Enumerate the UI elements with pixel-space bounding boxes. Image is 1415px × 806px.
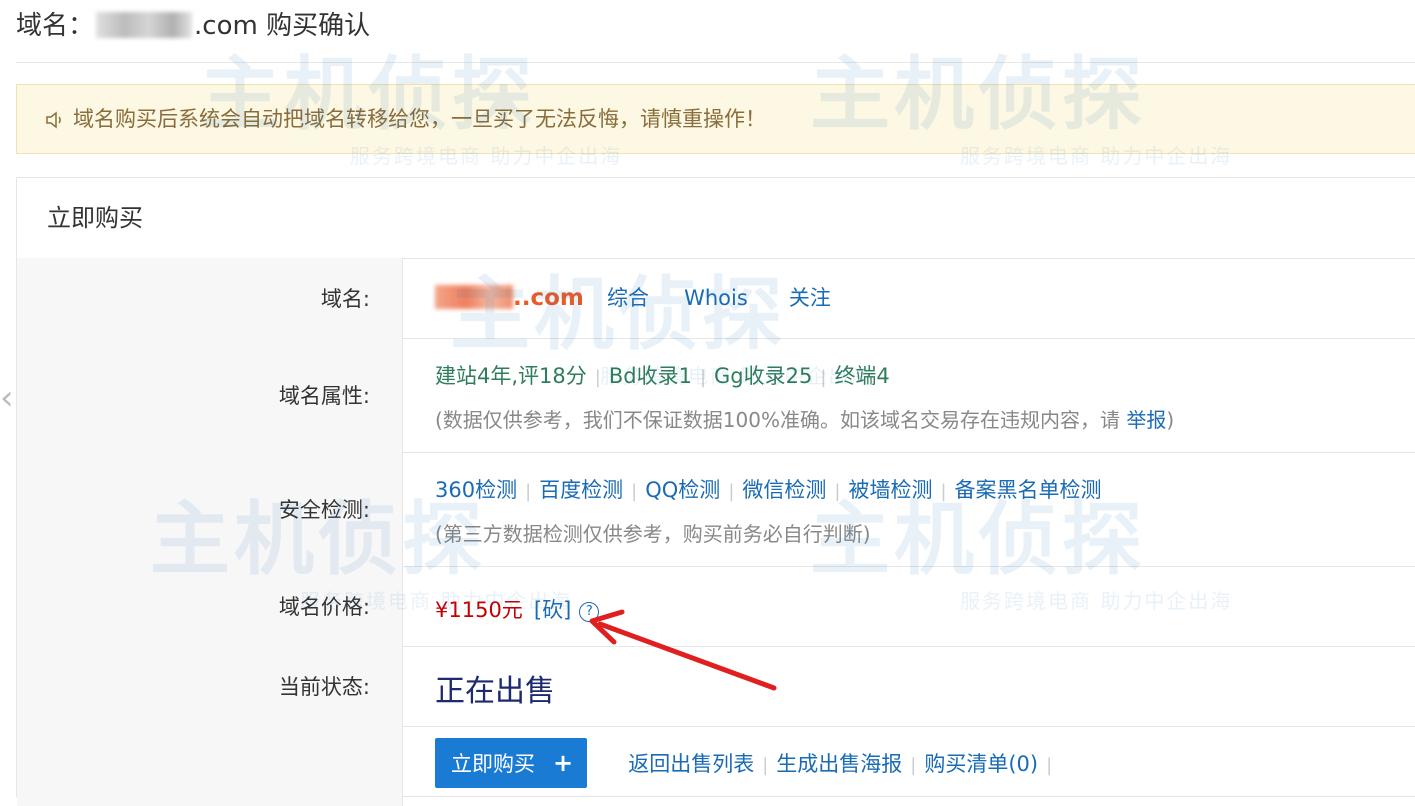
link-wall-check[interactable]: 被墙检测: [848, 478, 932, 502]
speaker-icon: [45, 88, 65, 156]
separator: |: [631, 481, 638, 502]
separator: |: [940, 481, 947, 502]
page-title-prefix: 域名：: [16, 11, 95, 41]
domain-suffix: ..com: [513, 285, 584, 311]
buy-now-label: 立即购买: [451, 752, 535, 776]
link-qq-check[interactable]: QQ检测: [645, 478, 720, 502]
link-whois[interactable]: Whois: [684, 286, 748, 310]
row-security: 安全检测: 360检测 | 百度检测 | QQ检测 | 微信检测 | 被墙检测 | 备案黑名单检测 …: [17, 452, 1415, 567]
attributes-note-prefix: (数据仅供参考，我们不保证数据100%准确。如该域名交易存在违规内容，请: [435, 408, 1127, 432]
link-back-to-list[interactable]: 返回出售列表: [628, 752, 754, 776]
label-status: 当前状态:: [278, 675, 370, 699]
page-title: 域名： .com 购买确认: [16, 6, 370, 46]
notice-text: 域名购买后系统会自动把域名转移给您，一旦买了无法反悔，请慎重操作！: [73, 107, 766, 131]
label-attributes: 域名属性:: [278, 384, 370, 408]
label-domain: 域名:: [320, 287, 370, 311]
status-value: 正在出售: [435, 674, 555, 709]
separator: |: [820, 367, 827, 388]
link-360-check[interactable]: 360检测: [435, 478, 517, 502]
add-icon[interactable]: +: [553, 749, 573, 777]
header-divider: [16, 62, 1415, 63]
row-price: 域名价格: ¥1150元 [砍]?: [17, 566, 1415, 647]
link-blacklist-check[interactable]: 备案黑名单检测: [955, 478, 1102, 502]
attr-gg-index: Gg收录25: [714, 364, 813, 388]
report-link[interactable]: 举报: [1126, 408, 1166, 432]
row-attributes: 域名属性: 建站4年,评18分 | Bd收录1 | Gg收录25 | 终端4 (数据仅供参考…: [17, 338, 1415, 453]
blurred-domain-name: [96, 12, 193, 38]
security-note: (第三方数据检测仅供参考，购买前务必自行判断): [435, 522, 871, 546]
attr-terminal: 终端4: [834, 364, 890, 388]
row-actions: 立即购买 + 返回出售列表 | 生成出售海报 | 购买清单(0) |: [17, 726, 1415, 806]
separator: |: [728, 481, 735, 502]
price-value: ¥1150元: [435, 598, 523, 622]
row-domain: 域名: ..com 综合 Whois 关注: [17, 258, 1415, 339]
separator: |: [525, 481, 532, 502]
bargain-link[interactable]: [砍]: [534, 598, 571, 622]
attr-bd-index: Bd收录1: [608, 364, 692, 388]
separator: |: [834, 481, 841, 502]
purchase-panel: 立即购买 域名: ..com 综合 Whois 关注 域名属性: 建站4年,评1…: [16, 177, 1415, 806]
link-follow[interactable]: 关注: [789, 286, 831, 310]
link-generate-poster[interactable]: 生成出售海报: [776, 752, 902, 776]
label-security: 安全检测:: [278, 498, 370, 522]
link-wechat-check[interactable]: 微信检测: [742, 478, 826, 502]
label-price: 域名价格:: [278, 595, 370, 619]
separator: |: [910, 755, 917, 776]
row-status: 当前状态: 正在出售: [17, 646, 1415, 727]
link-baidu-check[interactable]: 百度检测: [539, 478, 623, 502]
attributes-note-suffix: ): [1166, 408, 1175, 432]
link-purchase-list[interactable]: 购买清单(0): [924, 752, 1038, 776]
attr-age-score: 建站4年,评18分: [435, 364, 587, 388]
link-overview[interactable]: 综合: [607, 286, 649, 310]
chevron-left-icon[interactable]: ‹: [0, 378, 14, 418]
separator: |: [699, 367, 707, 388]
warning-notice: 域名购买后系统会自动把域名转移给您，一旦买了无法反悔，请慎重操作！: [16, 84, 1415, 154]
page-title-suffix: .com 购买确认: [194, 11, 371, 41]
help-icon[interactable]: ?: [579, 602, 600, 622]
separator: |: [762, 755, 769, 776]
separator: |: [1046, 755, 1053, 776]
separator: |: [594, 367, 601, 388]
panel-title: 立即购买: [17, 178, 1415, 259]
blurred-domain: [435, 285, 513, 309]
